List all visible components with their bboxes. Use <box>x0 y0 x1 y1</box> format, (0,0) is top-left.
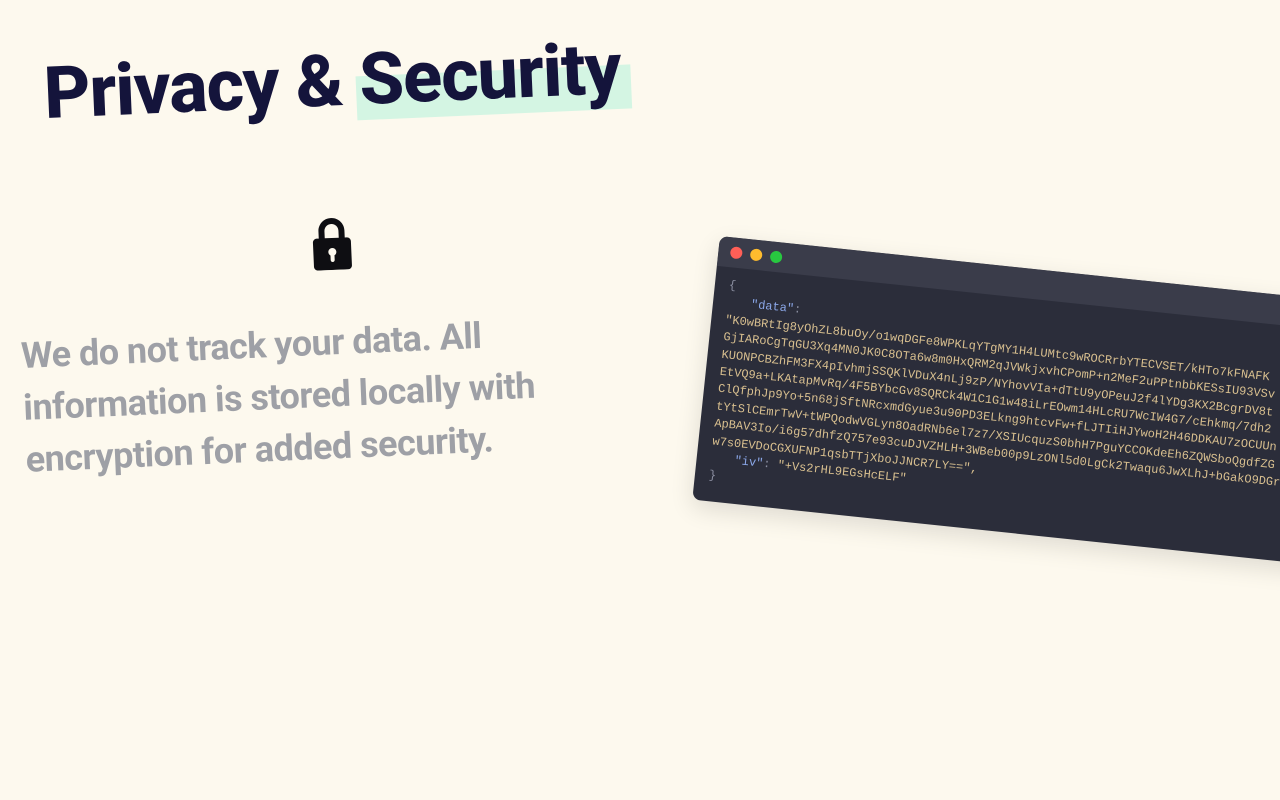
json-key-iv: "iv" <box>734 454 764 471</box>
json-close-brace: } <box>708 468 717 483</box>
json-key-data: "data" <box>750 298 794 316</box>
code-terminal: { "data": "K0wBRtIg8yOhZL8buOy/o1wqDGFe8… <box>692 236 1280 564</box>
heading-prefix: Privacy & <box>42 37 361 136</box>
window-close-dot <box>730 246 743 259</box>
heading-highlight: Security <box>358 33 622 116</box>
page-heading: Privacy & Security <box>42 33 622 130</box>
window-zoom-dot <box>770 250 783 263</box>
json-open-brace: { <box>728 278 737 293</box>
window-minimize-dot <box>750 248 763 261</box>
description-text: We do not track your data. All informati… <box>20 302 666 486</box>
lock-icon <box>309 217 355 271</box>
json-colon: : <box>793 303 802 318</box>
